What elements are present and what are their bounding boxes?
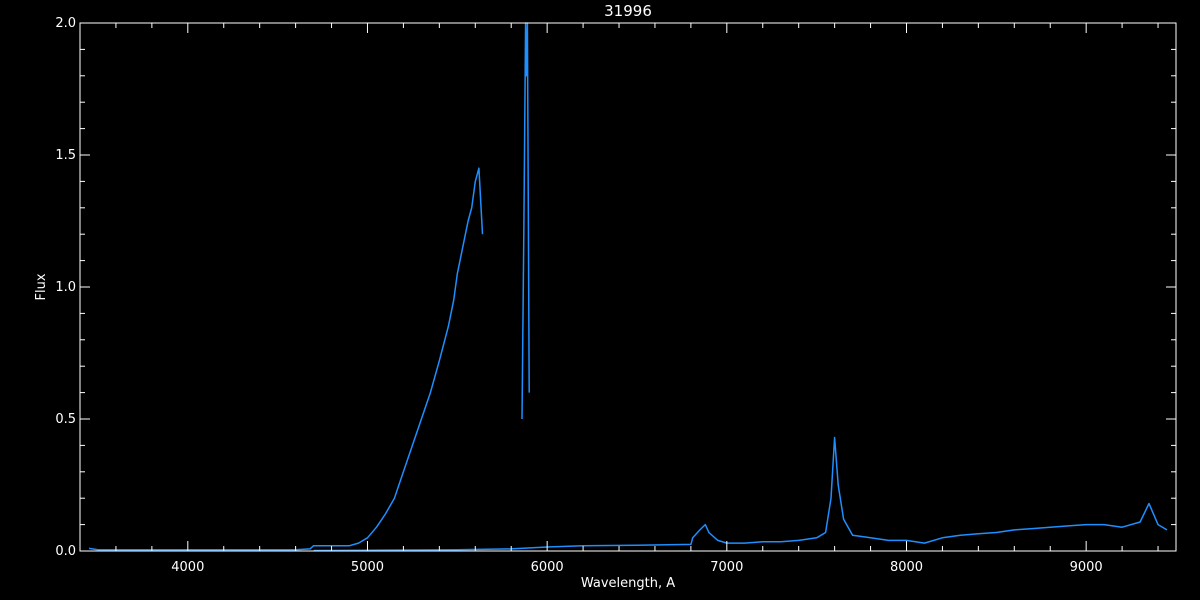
- x-tick-label: 8000: [890, 560, 923, 575]
- chart-title: 31996: [604, 2, 652, 20]
- spectrum-chart: 4000 5000 6000 7000 8000 90000.00.51.01.52.0 …: [0, 0, 1200, 600]
- x-tick-label: 7000: [710, 560, 743, 575]
- y-tick-label: 1.0: [55, 280, 76, 295]
- x-axis-label: Wavelength, A: [581, 576, 675, 591]
- y-axis-label: Flux: [34, 273, 49, 300]
- y-tick-label: 1.5: [55, 148, 76, 163]
- x-tick-label: 6000: [531, 560, 564, 575]
- y-tick-label: 2.0: [55, 16, 76, 31]
- x-tick-label: 5000: [351, 560, 384, 575]
- chart-background: [0, 0, 1200, 600]
- x-tick-label: 9000: [1070, 560, 1103, 575]
- y-tick-label: 0.0: [55, 544, 76, 559]
- x-tick-label: 4000: [171, 560, 204, 575]
- y-tick-label: 0.5: [55, 412, 76, 427]
